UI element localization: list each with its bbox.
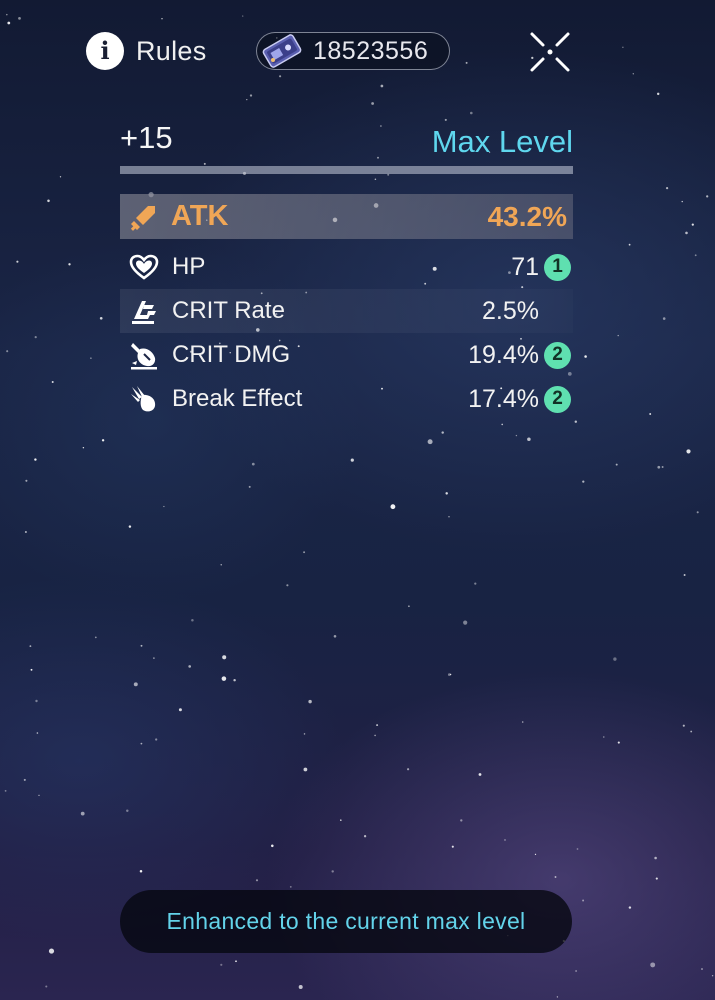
main-stat-row: ATK 43.2% [120,194,573,239]
close-icon [530,32,570,72]
toast-message: Enhanced to the current max level [166,908,526,934]
rules-label: Rules [136,35,207,66]
level-status: Max Level [431,124,573,159]
currency-amount: 18523556 [313,37,429,65]
level-progress-bar [120,166,573,174]
atk-sword-icon [130,205,155,231]
roll-count-badge: 2 [544,341,571,369]
info-icon: i [86,32,124,70]
crit-rate-icon [132,301,156,324]
currency-counter: 18523556 [256,32,450,70]
crit-dmg-icon [131,343,157,370]
sub-stat-value: 2.5% [482,296,539,325]
sub-stat-value: 19.4% [468,340,539,369]
sub-stat-value: 71 [511,252,539,281]
rules-button[interactable]: i Rules [86,32,207,70]
status-toast: Enhanced to the current max level [120,890,572,953]
roll-count-badge: 2 [544,385,571,413]
hp-heart-icon [129,254,159,280]
sub-stat-row-break-effect: Break Effect 17.4% 2 [120,377,573,421]
sub-stat-row-hp: HP 71 1 [120,245,573,289]
main-stat-value: 43.2% [487,200,567,232]
relic-fuel-icon [262,34,302,68]
sub-stat-row-crit-rate: CRIT Rate 2.5% [120,289,573,333]
starfield-background [4,13,714,998]
roll-count-badge: 1 [544,253,571,281]
break-effect-icon [131,386,156,412]
close-button[interactable] [526,28,574,76]
sub-stat-value: 17.4% [468,384,539,413]
sub-stat-row-crit-dmg: CRIT DMG 19.4% 2 [120,333,573,377]
relic-level: +15 [120,120,173,155]
